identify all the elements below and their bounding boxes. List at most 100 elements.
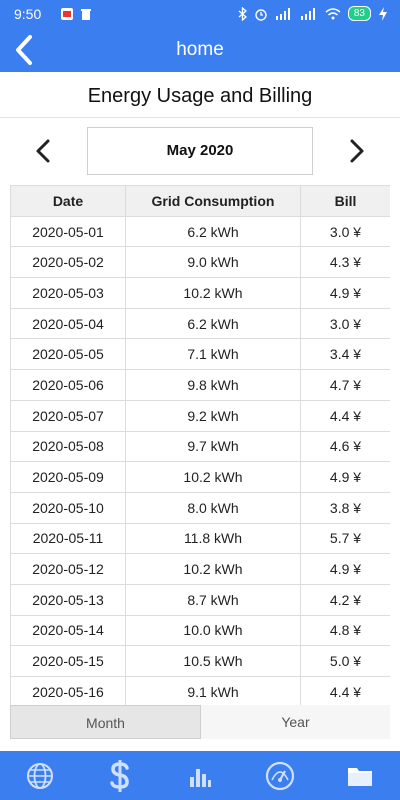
cell-grid-consumption: 6.2 kWh (125, 215, 301, 248)
table-row[interactable]: 2020-05-07 9.2 kWh 4.4 ¥ (10, 399, 390, 432)
cell-grid-consumption: 9.2 kWh (125, 399, 301, 432)
trash-notification-icon (81, 9, 91, 20)
table-row[interactable]: 2020-05-16 9.1 kWh 4.4 ¥ (10, 676, 390, 705)
cell-bill: 3.0 ¥ (300, 307, 390, 340)
cell-bill: 4.9 ¥ (300, 461, 390, 493)
cell-grid-consumption: 7.1 kWh (125, 338, 301, 371)
table-row[interactable]: 2020-05-08 9.7 kWh 4.6 ¥ (10, 430, 390, 463)
dollar-icon (110, 759, 129, 792)
table-header-row: Date Grid Consumption Bill (10, 185, 390, 217)
cell-date: 2020-05-06 (10, 369, 126, 401)
table-row[interactable]: 2020-05-09 10.2 kWh 4.9 ¥ (10, 461, 390, 493)
nav-billing[interactable] (100, 756, 140, 796)
table-row[interactable]: 2020-05-01 6.2 kWh 3.0 ¥ (10, 215, 390, 248)
cell-date: 2020-05-07 (10, 399, 126, 432)
cell-date: 2020-05-03 (10, 277, 126, 309)
cell-date: 2020-05-16 (10, 676, 126, 705)
cell-date: 2020-05-10 (10, 491, 126, 524)
cell-grid-consumption: 6.2 kWh (125, 307, 301, 340)
cell-date: 2020-05-14 (10, 614, 126, 647)
cell-bill: 3.4 ¥ (300, 338, 390, 371)
status-system-icons: 83 (238, 6, 388, 21)
cell-bill: 4.4 ¥ (300, 676, 390, 705)
cell-grid-consumption: 10.0 kWh (125, 614, 301, 647)
cell-bill: 5.7 ¥ (300, 522, 390, 555)
table-row[interactable]: 2020-05-11 11.8 kWh 5.7 ¥ (10, 522, 390, 555)
bluetooth-icon (238, 6, 247, 21)
cell-date: 2020-05-01 (10, 215, 126, 248)
cell-bill: 3.8 ¥ (300, 491, 390, 524)
nav-meter[interactable] (260, 756, 300, 796)
signal-icon (275, 7, 290, 20)
cell-grid-consumption: 10.2 kWh (125, 277, 301, 309)
table-row[interactable]: 2020-05-04 6.2 kWh 3.0 ¥ (10, 307, 390, 340)
cell-date: 2020-05-15 (10, 645, 126, 677)
cell-date: 2020-05-09 (10, 461, 126, 493)
page-title: Energy Usage and Billing (0, 72, 400, 118)
tab-year[interactable]: Year (201, 705, 390, 739)
table-row[interactable]: 2020-05-14 10.0 kWh 4.8 ¥ (10, 614, 390, 647)
table-row[interactable]: 2020-05-03 10.2 kWh 4.9 ¥ (10, 277, 390, 309)
cell-bill: 4.8 ¥ (300, 614, 390, 647)
cell-grid-consumption: 9.8 kWh (125, 369, 301, 401)
cell-date: 2020-05-13 (10, 583, 126, 616)
nav-files[interactable] (340, 756, 380, 796)
column-header-date: Date (10, 185, 126, 217)
status-bar: 9:50 83 (0, 0, 400, 28)
folder-icon (348, 767, 372, 786)
cell-grid-consumption: 10.2 kWh (125, 553, 301, 585)
cell-grid-consumption: 8.7 kWh (125, 583, 301, 616)
nav-globe[interactable] (20, 756, 60, 796)
table-row[interactable]: 2020-05-05 7.1 kWh 3.4 ¥ (10, 338, 390, 371)
month-navigator: May 2020 (0, 124, 400, 178)
cell-date: 2020-05-12 (10, 553, 126, 585)
app-bar-title: home (176, 39, 224, 60)
table-row[interactable]: 2020-05-15 10.5 kWh 5.0 ¥ (10, 645, 390, 677)
cell-grid-consumption: 10.2 kWh (125, 461, 301, 493)
cell-date: 2020-05-11 (10, 522, 126, 555)
cell-date: 2020-05-05 (10, 338, 126, 371)
usage-table-container[interactable]: Date Grid Consumption Bill 2020-05-01 6.2… (10, 185, 390, 705)
status-notification-icons (60, 7, 92, 21)
column-header-bill: Bill (300, 185, 390, 217)
cell-bill: 4.9 ¥ (300, 277, 390, 309)
cell-grid-consumption: 11.8 kWh (125, 522, 301, 555)
cell-bill: 4.4 ¥ (300, 399, 390, 432)
next-month-chevron-icon[interactable] (344, 138, 368, 164)
battery-level: 83 (353, 8, 365, 19)
table-row[interactable]: 2020-05-06 9.8 kWh 4.7 ¥ (10, 369, 390, 401)
cell-bill: 4.9 ¥ (300, 553, 390, 585)
cell-grid-consumption: 10.5 kWh (125, 645, 301, 677)
current-month-display[interactable]: May 2020 (87, 127, 313, 175)
cell-date: 2020-05-02 (10, 246, 126, 279)
wifi-icon (325, 7, 341, 19)
cell-bill: 4.3 ¥ (300, 246, 390, 279)
cell-bill: 4.7 ¥ (300, 369, 390, 401)
gauge-icon (265, 761, 295, 790)
cell-grid-consumption: 9.0 kWh (125, 246, 301, 279)
globe-icon (27, 762, 53, 789)
battery-icon: 83 (347, 6, 371, 21)
column-header-grid-consumption: Grid Consumption (125, 185, 301, 217)
app-bar: home (0, 28, 400, 72)
cell-bill: 4.2 ¥ (300, 583, 390, 616)
previous-month-chevron-icon[interactable] (32, 138, 56, 164)
cell-bill: 4.6 ¥ (300, 430, 390, 463)
status-time: 9:50 (14, 6, 42, 22)
cell-bill: 5.0 ¥ (300, 645, 390, 677)
cell-grid-consumption: 9.7 kWh (125, 430, 301, 463)
bottom-navigation (0, 751, 400, 800)
table-row[interactable]: 2020-05-13 8.7 kWh 4.2 ¥ (10, 583, 390, 616)
bar-chart-icon (190, 768, 211, 787)
signal-2-icon (300, 7, 315, 20)
cell-grid-consumption: 8.0 kWh (125, 491, 301, 524)
cell-grid-consumption: 9.1 kWh (125, 676, 301, 705)
table-row[interactable]: 2020-05-10 8.0 kWh 3.8 ¥ (10, 491, 390, 524)
table-row[interactable]: 2020-05-02 9.0 kWh 4.3 ¥ (10, 246, 390, 279)
table-row[interactable]: 2020-05-12 10.2 kWh 4.9 ¥ (10, 553, 390, 585)
nav-statistics[interactable] (180, 756, 220, 796)
cell-date: 2020-05-04 (10, 307, 126, 340)
tab-month[interactable]: Month (10, 705, 201, 739)
notification-app-icon (61, 8, 73, 20)
usage-table: Date Grid Consumption Bill 2020-05-01 6.2… (10, 185, 390, 705)
